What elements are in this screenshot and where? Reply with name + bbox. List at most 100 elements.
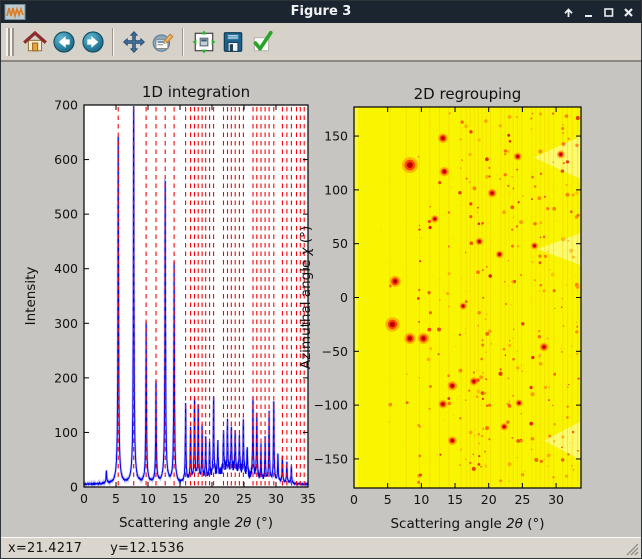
diffraction-spot bbox=[563, 162, 565, 164]
diffraction-spot bbox=[562, 133, 564, 135]
window-controls bbox=[560, 1, 637, 23]
diffraction-spot bbox=[458, 191, 461, 194]
diffraction-spot bbox=[572, 256, 575, 259]
diffraction-spot bbox=[478, 455, 480, 457]
diffraction-spot bbox=[531, 176, 534, 179]
2d-yaxis-label: Azimuthal angle χ (°) bbox=[298, 226, 314, 369]
x-tick-label: 25 bbox=[236, 491, 252, 506]
diffraction-spot bbox=[507, 377, 509, 379]
y-tick-label: 400 bbox=[54, 261, 78, 276]
diffraction-spot bbox=[473, 371, 475, 373]
resize-grip[interactable] bbox=[624, 541, 639, 556]
2d-plot-area[interactable] bbox=[354, 107, 581, 488]
diffraction-spot bbox=[458, 369, 462, 373]
diffraction-spot bbox=[461, 278, 462, 279]
plot-canvas[interactable]: 0510152025303501002003004005006007001D i… bbox=[1, 62, 642, 540]
diffraction-spot bbox=[507, 134, 510, 137]
diffraction-spot bbox=[537, 196, 541, 200]
x-tick-label: 15 bbox=[447, 492, 463, 507]
status-bar: x=21.4217 y=12.1536 bbox=[1, 537, 641, 558]
major-spot-core bbox=[433, 218, 436, 221]
diffraction-spot bbox=[429, 226, 432, 229]
diffraction-spot bbox=[481, 344, 484, 347]
diffraction-spot bbox=[512, 437, 514, 439]
cursor-y-readout: y=12.1536 bbox=[110, 541, 184, 556]
1d-plot-title: 1D integration bbox=[142, 83, 250, 101]
1d-yaxis-label: Intensity bbox=[23, 267, 39, 326]
diffraction-spot bbox=[532, 113, 533, 114]
diffraction-spot bbox=[540, 460, 543, 463]
configure-subplots-button[interactable] bbox=[190, 27, 217, 57]
shade-button[interactable] bbox=[560, 4, 577, 21]
back-button[interactable] bbox=[50, 27, 77, 57]
diffraction-spot bbox=[566, 160, 569, 163]
diffraction-spot bbox=[484, 451, 486, 453]
diffraction-spot bbox=[561, 351, 563, 353]
close-button[interactable] bbox=[620, 4, 637, 21]
diffraction-spot bbox=[468, 153, 472, 157]
diffraction-spot bbox=[461, 159, 462, 160]
save-button[interactable] bbox=[219, 27, 246, 57]
minimize-button[interactable] bbox=[580, 4, 597, 21]
diffraction-spot bbox=[516, 457, 517, 458]
diffraction-spot bbox=[469, 431, 473, 435]
diffraction-spot bbox=[481, 435, 483, 437]
diffraction-spot bbox=[529, 386, 532, 389]
major-spot-core bbox=[462, 305, 465, 308]
diffraction-spot bbox=[406, 374, 407, 375]
figure-canvas[interactable]: 0510152025303501002003004005006007001D i… bbox=[1, 61, 642, 539]
diffraction-spot bbox=[508, 344, 511, 347]
diffraction-spot bbox=[547, 466, 549, 468]
diffraction-spot bbox=[548, 399, 550, 401]
diffraction-spot bbox=[480, 466, 482, 468]
diffraction-spot bbox=[540, 237, 542, 239]
pan-button[interactable] bbox=[120, 27, 147, 57]
toolbar-grip[interactable] bbox=[6, 28, 14, 56]
home-button[interactable] bbox=[21, 27, 48, 57]
diffraction-spot bbox=[505, 354, 507, 356]
diffraction-spot bbox=[510, 205, 514, 209]
diffraction-spot bbox=[438, 181, 441, 184]
diffraction-spot bbox=[509, 340, 510, 341]
diffraction-spot bbox=[388, 403, 392, 407]
window-title: Figure 3 bbox=[1, 1, 641, 23]
x-tick-label: 30 bbox=[268, 491, 284, 506]
diffraction-spot bbox=[517, 245, 519, 247]
diffraction-spot bbox=[521, 370, 523, 372]
diffraction-spot bbox=[419, 377, 421, 379]
diffraction-spot bbox=[448, 246, 450, 248]
diffraction-spot bbox=[511, 245, 514, 248]
diffraction-spot bbox=[488, 274, 491, 277]
diffraction-spot bbox=[572, 431, 574, 433]
diffraction-spot bbox=[503, 348, 505, 350]
diffraction-spot bbox=[530, 118, 532, 120]
diffraction-spot bbox=[507, 185, 509, 187]
edit-pencil-icon bbox=[151, 30, 175, 54]
diffraction-spot bbox=[488, 329, 492, 333]
x-tick-label: 30 bbox=[548, 492, 564, 507]
forward-button[interactable] bbox=[79, 27, 106, 57]
diffraction-spot bbox=[576, 285, 580, 289]
diffraction-spot bbox=[508, 462, 512, 466]
diffraction-spot bbox=[478, 443, 480, 445]
diffraction-spot bbox=[504, 149, 507, 152]
diffraction-spot bbox=[554, 308, 555, 309]
title-bar[interactable]: Figure 3 bbox=[1, 1, 641, 23]
diffraction-spot bbox=[565, 475, 568, 478]
green-check-icon bbox=[250, 30, 274, 54]
diffraction-spot bbox=[439, 454, 441, 456]
diffraction-spot bbox=[465, 329, 466, 330]
subplots-icon bbox=[192, 30, 216, 54]
x-tick-label: 10 bbox=[140, 491, 156, 506]
diffraction-spot bbox=[485, 378, 487, 380]
major-spot-core bbox=[542, 345, 545, 348]
maximize-button[interactable] bbox=[600, 4, 617, 21]
diffraction-spot bbox=[521, 413, 522, 414]
customize-button[interactable] bbox=[149, 27, 176, 57]
diffraction-spot bbox=[464, 125, 468, 129]
diffraction-spot bbox=[488, 175, 490, 177]
diffraction-spot bbox=[499, 124, 502, 127]
diffraction-spot bbox=[447, 397, 450, 400]
diffraction-spot bbox=[472, 186, 476, 190]
apply-button[interactable] bbox=[248, 27, 275, 57]
